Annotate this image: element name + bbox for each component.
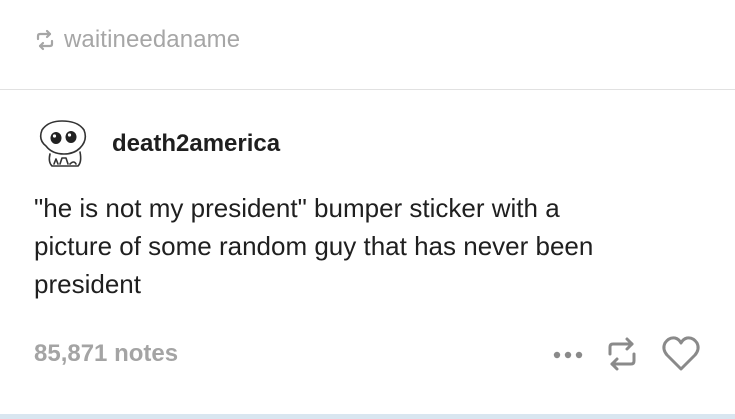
- reblog-icon: [34, 29, 56, 51]
- post-footer: 85,871 notes: [34, 334, 702, 374]
- more-icon[interactable]: [548, 334, 588, 374]
- post-author: death2america: [34, 116, 280, 172]
- post-text-line: "he is not my president" bumper sticker …: [34, 193, 560, 223]
- post-text: "he is not my president" bumper sticker …: [34, 189, 694, 303]
- post-text-line: president: [34, 269, 141, 299]
- author-name[interactable]: death2america: [112, 130, 280, 158]
- reblog-source[interactable]: waitineedaname: [34, 26, 240, 54]
- reblog-username[interactable]: waitineedaname: [64, 26, 240, 54]
- post-text-line: picture of some random guy that has neve…: [34, 231, 594, 261]
- reblog-icon[interactable]: [602, 334, 642, 374]
- post-bottom-border: [0, 414, 735, 419]
- cartoon-face-avatar[interactable]: [34, 118, 94, 170]
- heart-icon[interactable]: [660, 334, 702, 374]
- notes-count[interactable]: 85,871 notes: [34, 340, 178, 368]
- post-header: waitineedaname: [0, 0, 735, 90]
- post-actions: [548, 334, 702, 374]
